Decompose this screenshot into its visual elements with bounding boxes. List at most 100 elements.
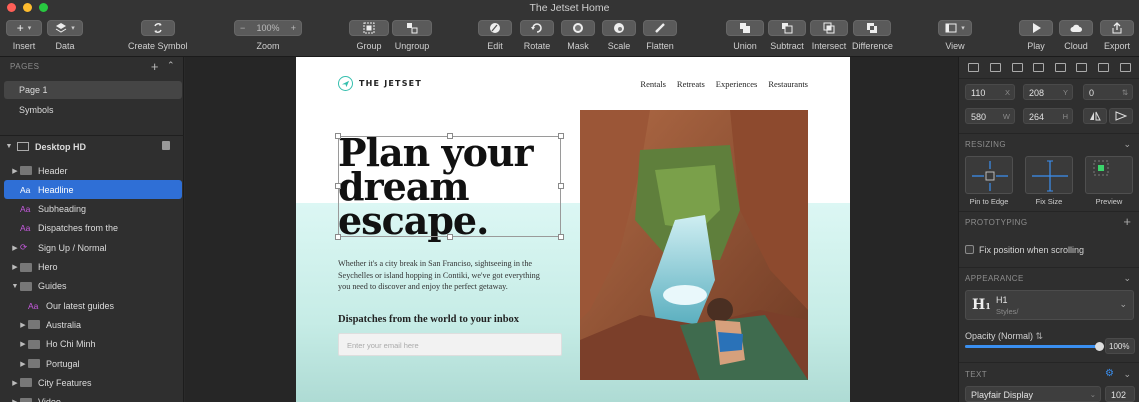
subheading[interactable]: Whether it's a city break in San Francis… xyxy=(338,258,556,293)
play-tool[interactable]: Play xyxy=(1019,20,1053,51)
dispatches-heading[interactable]: Dispatches from the world to your inbox xyxy=(338,314,519,325)
font-size-field[interactable]: 102 xyxy=(1105,386,1135,402)
resize-handle[interactable] xyxy=(447,234,453,240)
align-right-icon[interactable] xyxy=(1054,63,1066,72)
disclosure-closed-icon[interactable]: ▶ xyxy=(18,340,28,348)
email-field[interactable]: Enter your email here xyxy=(338,333,562,356)
view-tool[interactable]: ▾ View xyxy=(938,20,972,51)
nav-rentals[interactable]: Rentals xyxy=(640,79,666,89)
zoom-out-button[interactable]: − xyxy=(240,23,245,33)
hero-photo[interactable] xyxy=(580,110,808,380)
distribute-vertical-icon[interactable] xyxy=(989,63,1001,72)
chevron-down-icon[interactable]: ⌄ xyxy=(1123,369,1131,380)
resize-handle[interactable] xyxy=(447,133,453,139)
artboard-desktop-hd[interactable]: THE JETSET Rentals Retreats Experiences … xyxy=(296,57,850,402)
layer-row[interactable]: Aa Subheading xyxy=(4,200,182,219)
difference-tool[interactable]: Difference xyxy=(852,20,893,51)
rotation-field[interactable]: 0 ⇅ xyxy=(1083,84,1133,100)
layer-row[interactable]: Aa Our latest guides xyxy=(4,296,182,315)
resize-handle[interactable] xyxy=(558,133,564,139)
opacity-slider-knob[interactable] xyxy=(1095,342,1104,351)
rotate-tool[interactable]: Rotate xyxy=(520,20,554,51)
layer-row[interactable]: ▶ Video xyxy=(4,393,182,402)
chevron-down-icon[interactable]: ⌄ xyxy=(1123,139,1131,150)
intersect-tool[interactable]: Intersect xyxy=(810,20,848,51)
text-style-select[interactable]: H1 H1 Styles/ ⌄ xyxy=(965,290,1134,320)
scale-tool[interactable]: Scale xyxy=(602,20,636,51)
export-tool[interactable]: Export xyxy=(1100,20,1134,51)
add-prototype-icon[interactable]: + xyxy=(1123,214,1131,229)
layer-row[interactable]: ▶ Portugal xyxy=(4,354,182,373)
add-page-icon[interactable]: + xyxy=(151,59,159,74)
insert-tool[interactable]: + ▾ Insert xyxy=(6,20,42,51)
mask-tool[interactable]: Mask xyxy=(561,20,595,51)
disclosure-open-icon[interactable]: ▼ xyxy=(10,283,20,290)
layer-row[interactable]: ▶ Ho Chi Minh xyxy=(4,335,182,354)
data-tool[interactable]: ▾ Data xyxy=(47,20,83,51)
layer-row[interactable]: ▼ Guides xyxy=(4,277,182,296)
settings-gear-icon[interactable]: ⚙ xyxy=(1105,368,1114,379)
disclosure-closed-icon[interactable]: ▶ xyxy=(10,244,20,252)
fix-position-checkbox[interactable] xyxy=(965,245,974,254)
layer-artboard-desktop-hd[interactable]: ▼ Desktop HD xyxy=(4,137,182,156)
disclosure-closed-icon[interactable]: ▶ xyxy=(10,398,20,402)
align-left-icon[interactable] xyxy=(1011,63,1023,72)
align-bottom-icon[interactable] xyxy=(1119,63,1131,72)
font-family-select[interactable]: Playfair Display ⌄ xyxy=(965,386,1101,402)
subtract-tool[interactable]: Subtract xyxy=(768,20,806,51)
layer-row[interactable]: ▶ City Features xyxy=(4,373,182,392)
disclosure-closed-icon[interactable]: ▶ xyxy=(18,360,28,368)
disclosure-closed-icon[interactable]: ▶ xyxy=(18,321,28,329)
disclosure-closed-icon[interactable]: ▶ xyxy=(10,167,20,175)
nav-retreats[interactable]: Retreats xyxy=(677,79,705,89)
site-logo[interactable]: THE JETSET xyxy=(338,76,422,91)
edit-tool[interactable]: Edit xyxy=(478,20,512,51)
layer-row[interactable]: ▶ Hero xyxy=(4,258,182,277)
ungroup-tool[interactable]: Ungroup xyxy=(392,20,432,51)
group-tool[interactable]: Group xyxy=(349,20,389,51)
create-symbol-tool[interactable]: Create Symbol xyxy=(128,20,188,51)
layer-row[interactable]: ▶ Header xyxy=(4,161,182,180)
flatten-tool[interactable]: Flatten xyxy=(643,20,677,51)
fix-size-control[interactable] xyxy=(1025,156,1073,194)
align-top-icon[interactable] xyxy=(1076,63,1088,72)
blend-mode-stepper-icon[interactable]: ⇅ xyxy=(1036,331,1044,341)
resize-handle[interactable] xyxy=(335,234,341,240)
rotation-stepper-icon[interactable]: ⇅ xyxy=(1122,88,1128,97)
nav-experiences[interactable]: Experiences xyxy=(716,79,758,89)
layer-row[interactable]: Aa Headline xyxy=(4,180,182,200)
nav-restaurants[interactable]: Restaurants xyxy=(768,79,808,89)
width-field[interactable]: 580 W xyxy=(965,108,1015,124)
zoom-tool[interactable]: − 100% + Zoom xyxy=(234,20,302,51)
pin-to-edge-control[interactable] xyxy=(965,156,1013,194)
layer-row[interactable]: Aa Dispatches from the xyxy=(4,219,182,238)
chevron-down-icon[interactable]: ⌄ xyxy=(1123,273,1131,284)
layer-row[interactable]: ▶ Australia xyxy=(4,315,182,334)
align-middle-icon[interactable] xyxy=(1098,63,1110,72)
collapse-pages-icon[interactable]: ⌃ xyxy=(167,60,175,71)
page-item-symbols[interactable]: Symbols xyxy=(4,101,182,119)
page-item-page-1[interactable]: Page 1 xyxy=(4,81,182,99)
cloud-tool[interactable]: Cloud xyxy=(1059,20,1093,51)
union-tool[interactable]: Union xyxy=(726,20,764,51)
height-field[interactable]: 264 H xyxy=(1023,108,1073,124)
flip-horizontal-button[interactable] xyxy=(1083,108,1107,124)
canvas[interactable]: THE JETSET Rentals Retreats Experiences … xyxy=(185,57,958,402)
y-position-field[interactable]: 208 Y xyxy=(1023,84,1073,100)
disclosure-closed-icon[interactable]: ▶ xyxy=(10,263,20,271)
disclosure-closed-icon[interactable]: ▶ xyxy=(10,379,20,387)
resize-handle[interactable] xyxy=(558,234,564,240)
resize-handle[interactable] xyxy=(335,133,341,139)
disclosure-open-icon[interactable]: ▼ xyxy=(4,143,14,150)
align-center-icon[interactable] xyxy=(1033,63,1045,72)
resize-handle[interactable] xyxy=(335,183,341,189)
flip-vertical-button[interactable] xyxy=(1109,108,1133,124)
layer-row[interactable]: ▶ ⟳ Sign Up / Normal xyxy=(4,238,182,257)
distribute-horizontal-icon[interactable] xyxy=(968,63,980,72)
opacity-field[interactable]: 100% xyxy=(1105,338,1135,354)
x-position-field[interactable]: 110 X xyxy=(965,84,1015,100)
opacity-slider[interactable] xyxy=(965,342,1104,351)
zoom-in-button[interactable]: + xyxy=(291,23,296,33)
resize-handle[interactable] xyxy=(558,183,564,189)
lock-icon[interactable] xyxy=(162,141,170,150)
